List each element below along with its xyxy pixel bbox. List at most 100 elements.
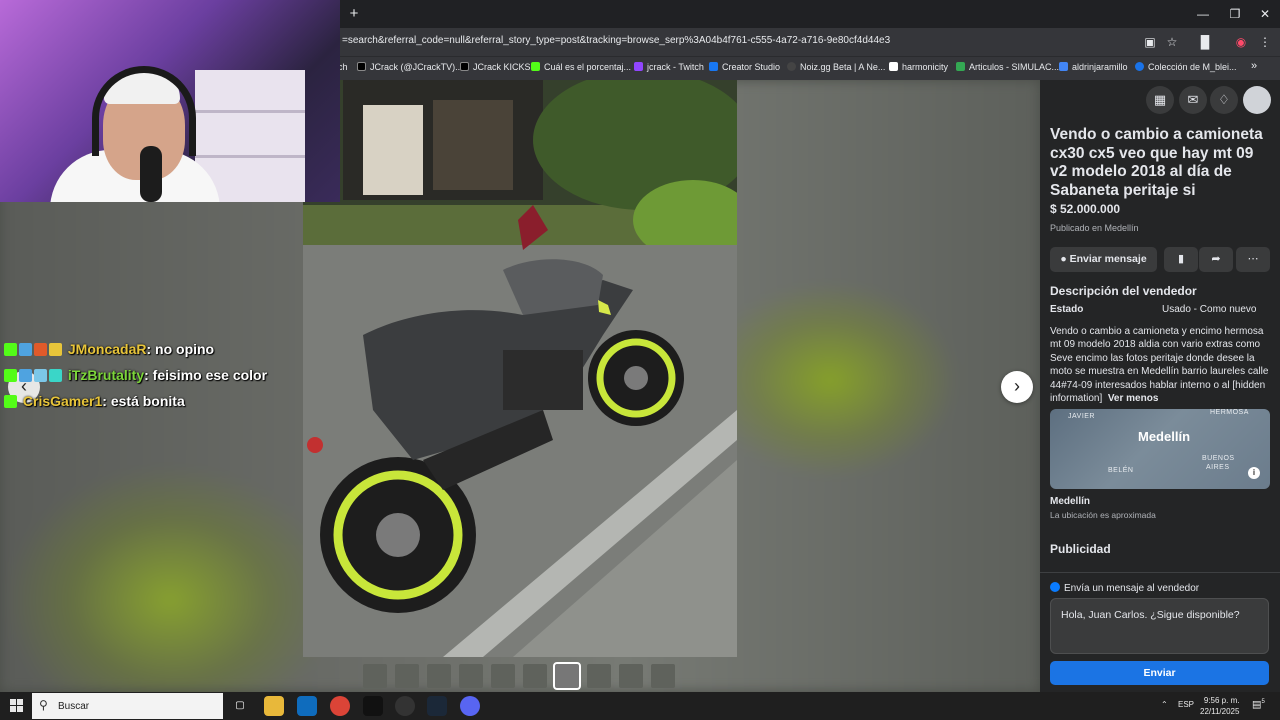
kebab-menu-icon[interactable]: ⋮ [1257,34,1273,50]
more-options-button[interactable]: ⋯ [1236,247,1270,272]
twitch-icon [634,62,643,71]
outlook-icon[interactable] [297,696,317,716]
thumbnail-selected[interactable] [553,662,581,690]
facebook-top-icons: ▦ ✉ ♢ [1040,80,1280,118]
motorcycle-photo-illustration [303,80,737,657]
close-icon[interactable]: ✕ [1250,4,1280,24]
bookmark-item[interactable]: Noiz.gg Beta | A Ne... [787,62,885,72]
map-info-icon[interactable]: i [1248,467,1260,479]
tray-chevron-icon[interactable]: ⌃ [1161,700,1168,709]
gift-badge-icon [34,369,47,382]
kick-badge-icon [4,369,17,382]
bookmark-item[interactable]: JCrack (@JCrackTV)... [357,62,463,72]
sub-badge-icon [19,343,32,356]
shield-badge-icon [34,343,47,356]
thumbnail[interactable] [491,664,515,688]
kick-green-icon [531,62,540,71]
save-button[interactable]: ▮ [1164,247,1198,272]
profile-extension-icon[interactable]: ◉ [1233,34,1249,50]
more-bookmarks-icon[interactable]: » [1251,60,1257,72]
bookmark-item[interactable]: Colección de M_blei... [1135,62,1237,72]
thumbnail[interactable] [459,664,483,688]
thumbnail[interactable] [523,664,547,688]
thumbnail[interactable] [363,664,387,688]
messenger-icon[interactable]: ✉ [1179,86,1207,114]
chat-text: : está bonita [102,393,185,409]
noiz-icon [787,62,796,71]
restore-icon[interactable]: ❐ [1220,4,1250,24]
seller-description-heading: Descripción del vendedor [1050,284,1197,298]
send-message-button[interactable]: ● Enviar mensaje [1050,247,1157,272]
crown-badge-icon [49,343,62,356]
share-button[interactable]: ➦ [1199,247,1233,272]
language-indicator[interactable]: ESP [1178,700,1194,709]
bookmark-item[interactable]: Cuál es el porcentaj... [531,62,631,72]
send-button[interactable]: Enviar [1050,661,1269,685]
chat-username: CrisGamer1 [22,393,103,409]
next-photo-button[interactable]: › [1001,371,1033,403]
menu-grid-icon[interactable]: ▦ [1146,86,1174,114]
chevron-right-icon: › [1014,376,1020,396]
chrome-icon[interactable] [330,696,350,716]
streaming-app-icon[interactable] [363,696,383,716]
facebook-icon [709,62,718,71]
listing-price: $ 52.000.000 [1050,202,1121,216]
thumbnail[interactable] [587,664,611,688]
chat-text: : feisimo ese color [144,367,268,383]
file-explorer-icon[interactable] [264,696,284,716]
task-view-icon[interactable]: ▢ [230,696,250,716]
windows-start-icon[interactable] [10,699,24,713]
obs-icon[interactable] [395,696,415,716]
headset [92,66,196,156]
streamer-webcam-overlay [0,0,340,202]
ads-heading: Publicidad [1050,542,1111,556]
chat-message: CrisGamer1: está bonita [4,393,185,409]
location-note: La ubicación es aproximada [1050,510,1156,520]
chat-text: : no opino [146,341,215,357]
bookmark-item[interactable]: JCrack KICKS [460,62,531,72]
bookmark-item[interactable]: harmonicity [889,62,948,72]
bookmark-item[interactable]: aldrinjaramillo [1059,62,1128,72]
thumbnail[interactable] [427,664,451,688]
kick-logo-icon [460,62,469,71]
chat-username: iTzBrutality [67,367,145,383]
bookmark-item[interactable]: Articulos - SIMULAC... [956,62,1059,72]
bookmark-item[interactable]: Creator Studio [709,62,780,72]
notifications-bell-icon[interactable]: ♢ [1210,86,1238,114]
x-logo-icon [357,62,366,71]
windows-taskbar: ⚲ Buscar ▢ ⌃ ESP 9:56 p. m. 22/11/2025 ▤… [0,692,1280,720]
gem-badge-icon [49,369,62,382]
taskbar-search[interactable]: ⚲ Buscar [32,693,223,719]
map-label: BUENOS [1202,455,1235,462]
url-field[interactable]: =search&referral_code=null&referral_stor… [342,35,890,46]
extensions-icon[interactable]: █ [1197,34,1213,50]
condition-label: Estado [1050,304,1084,315]
install-app-icon[interactable]: ▣ [1142,34,1158,50]
minimize-icon[interactable]: — [1188,4,1218,24]
steam-icon[interactable] [427,696,447,716]
listing-description: Vendo o cambio a camioneta y encimo herm… [1050,326,1269,405]
bookmark-star-icon[interactable]: ☆ [1164,34,1180,50]
thumbnail[interactable] [619,664,643,688]
listing-details-panel: ▦ ✉ ♢ Vendo o cambio a camioneta cx30 cx… [1040,80,1280,692]
new-tab-button[interactable]: + [346,6,362,22]
profile-avatar[interactable] [1243,86,1271,114]
discord-icon[interactable] [460,696,480,716]
location-map[interactable]: JAVIER HERMOSA Medellín BELÉN BUENOS AIR… [1050,409,1270,489]
collection-icon [1135,62,1144,71]
kick-badge-icon [4,343,17,356]
listing-title: Vendo o cambio a camioneta cx30 cx5 veo … [1050,126,1263,199]
kick-badge-icon [4,395,17,408]
system-clock[interactable]: 9:56 p. m. 22/11/2025 [1200,695,1239,717]
thumbnail[interactable] [395,664,419,688]
see-less-link[interactable]: Ver menos [1108,393,1159,404]
condition-value: Usado - Como nuevo [1162,304,1257,315]
notification-center-icon[interactable]: ▤5 [1252,699,1265,710]
bookmark-item[interactable]: jcrack - Twitch [634,62,704,72]
message-input[interactable]: Hola, Juan Carlos. ¿Sigue disponible? [1050,598,1269,654]
thumbnail[interactable] [651,664,675,688]
map-label: BELÉN [1108,467,1134,474]
share-icon: ➦ [1211,253,1221,265]
message-seller-section: Envía un mensaje al vendedor Hola, Juan … [1040,572,1280,692]
search-icon: ⚲ [39,698,48,712]
